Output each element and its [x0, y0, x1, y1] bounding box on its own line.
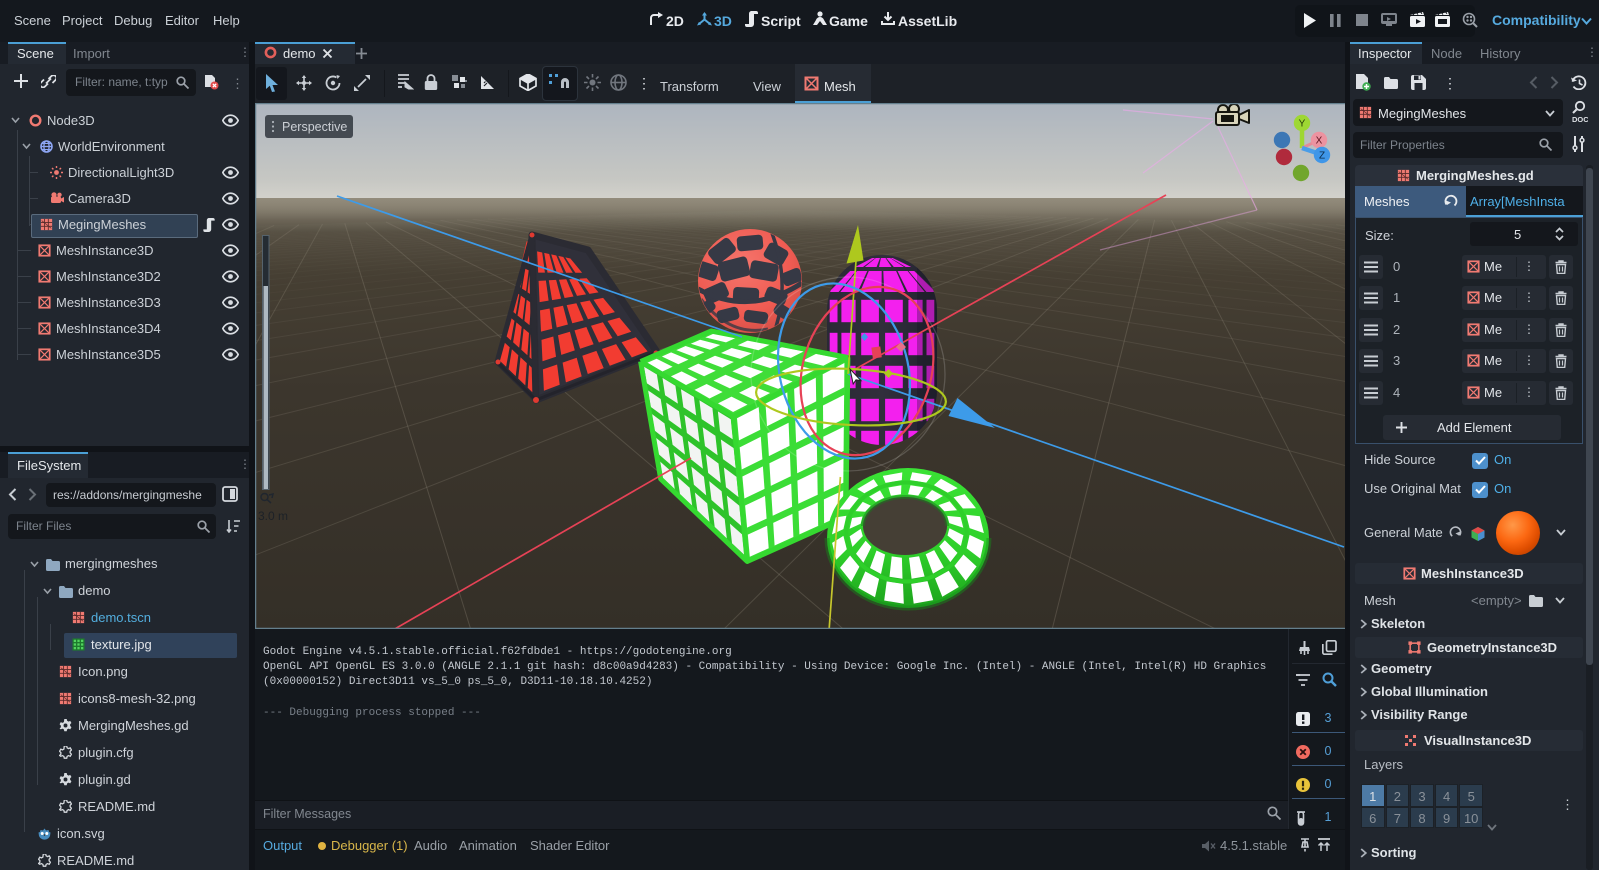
- svg-text:Z: Z: [1319, 151, 1325, 162]
- svg-text:Perspective: Perspective: [282, 120, 347, 134]
- svg-text:X: X: [1316, 136, 1323, 147]
- svg-text:DOC: DOC: [1572, 115, 1588, 124]
- svg-text:3.0 m: 3.0 m: [258, 509, 288, 523]
- svg-text:Y: Y: [1299, 119, 1306, 130]
